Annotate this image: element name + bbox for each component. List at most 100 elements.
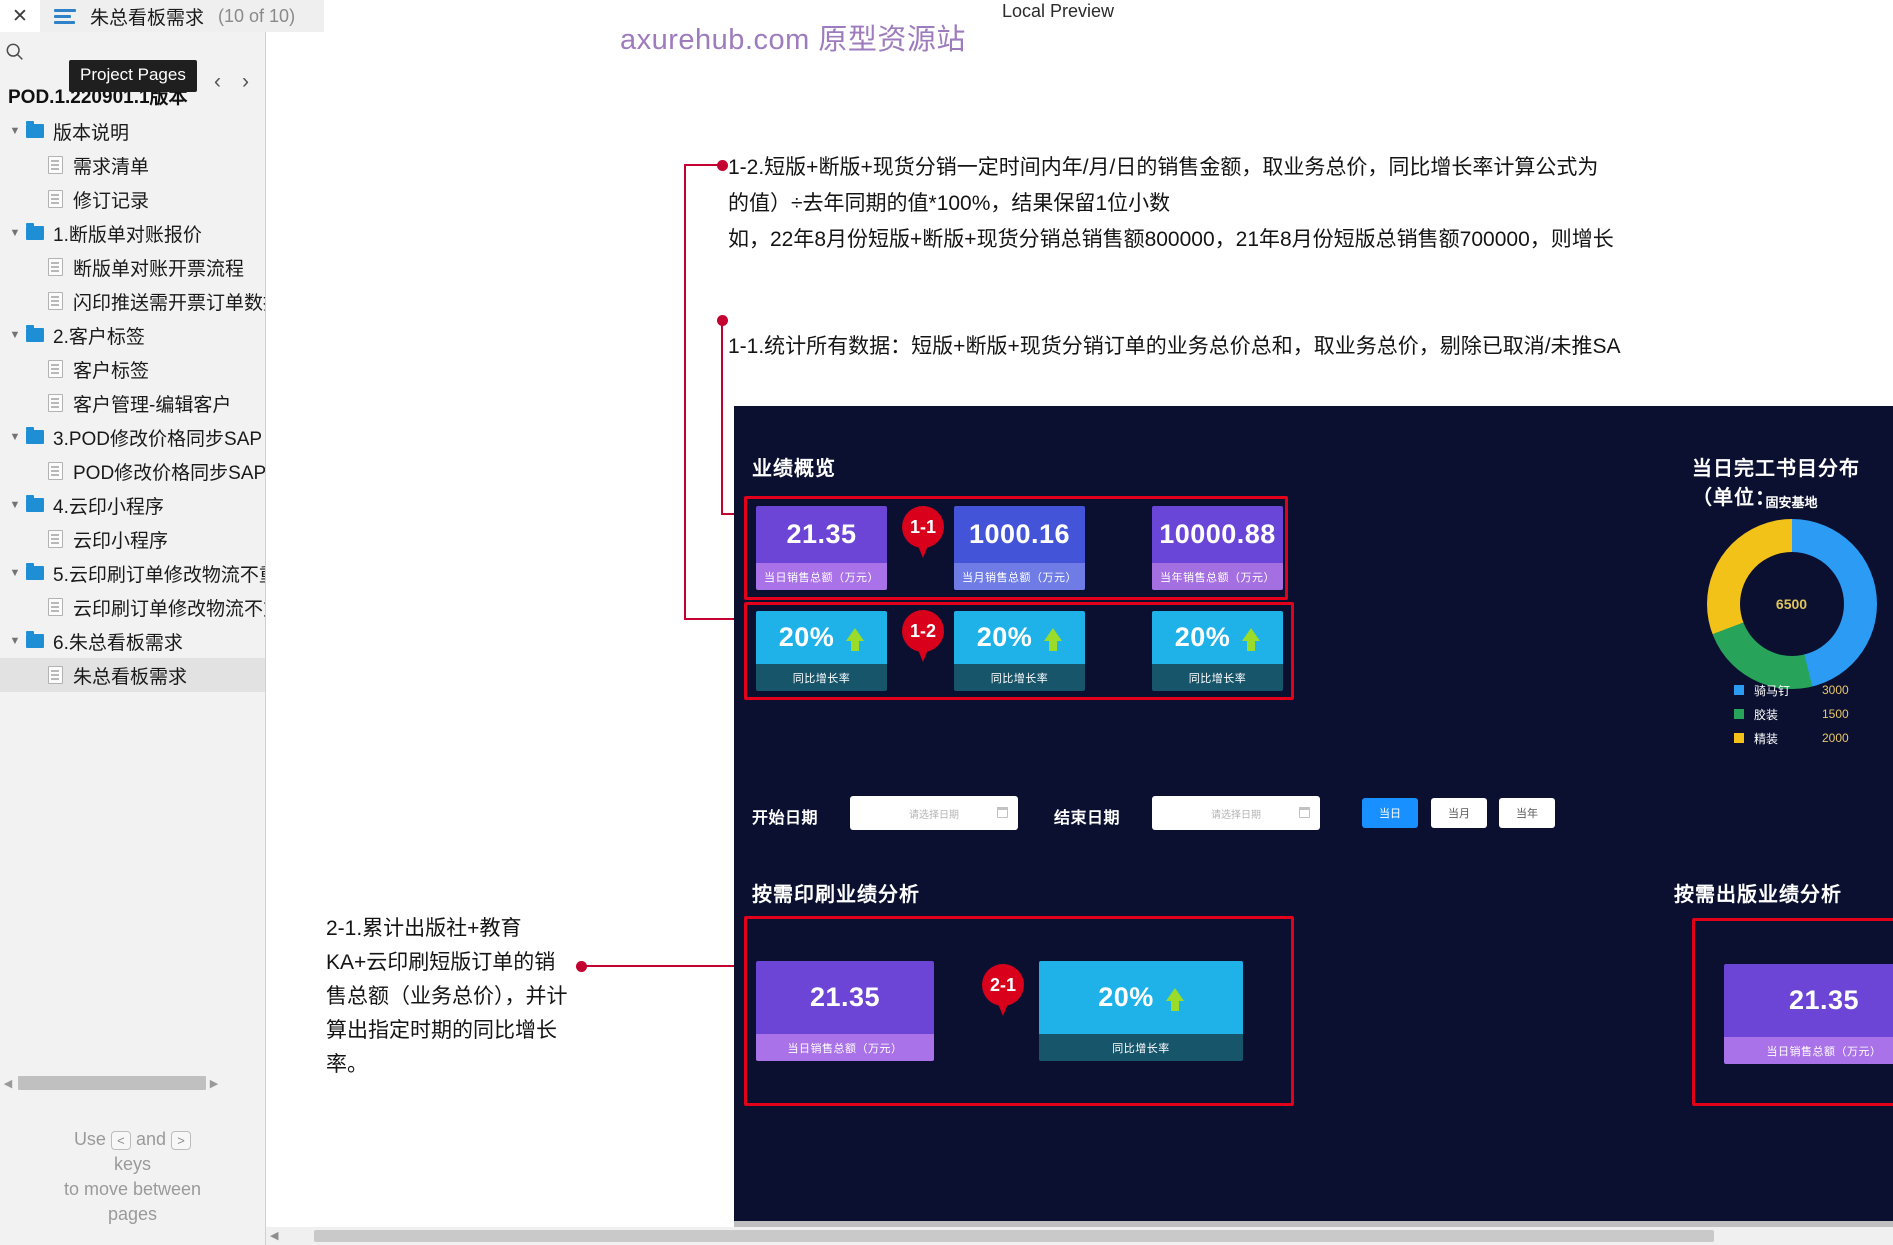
prototype-canvas[interactable]: 1-2.短版+断版+现货分销一定时间内年/月/日的销售金额，取业务总价，同比增长…	[266, 32, 1893, 1245]
growth-card-monthly[interactable]: 20% 同比增长率	[954, 611, 1085, 691]
local-preview-label: Local Preview	[1002, 1, 1115, 21]
growth-label: 同比增长率	[1039, 1034, 1243, 1061]
range-button-today[interactable]: 当日	[1362, 798, 1418, 828]
stat-card-yearly-sales[interactable]: 10000.88 当年销售总额（万元）	[1152, 506, 1283, 590]
chevron-down-icon[interactable]: ▼	[4, 567, 26, 579]
folder-icon	[26, 325, 44, 342]
arrow-up-icon	[1242, 628, 1261, 651]
tree-row-page[interactable]: 断版单对账开票流程	[0, 250, 265, 284]
growth-label: 同比增长率	[954, 664, 1085, 691]
tree-row-page[interactable]: 客户标签	[0, 352, 265, 386]
annotation-pin-1-1[interactable]: 1-1	[902, 506, 944, 558]
tree-row-page[interactable]: 朱总看板需求	[0, 658, 265, 692]
print-card-growth[interactable]: 20% 同比增长率	[1039, 961, 1243, 1061]
print-card-daily-sales[interactable]: 21.35 当日销售总额（万元）	[756, 961, 934, 1061]
stat-label: 当日销售总额（万元）	[1724, 1037, 1893, 1064]
tree-row-folder[interactable]: ▼ 1.断版单对账报价	[0, 216, 265, 250]
tree-row-folder[interactable]: ▼ 版本说明	[0, 114, 265, 148]
pin-tail	[914, 640, 932, 662]
chevron-down-icon[interactable]: ▼	[4, 635, 26, 647]
close-tab-button[interactable]: ✕	[0, 0, 40, 32]
page-icon	[48, 530, 63, 548]
stat-value: 21.35	[1788, 985, 1860, 1015]
dashboard-preview[interactable]: 业绩概览 21.35 当日销售总额（万元） 1000.16 当月销售总额（万元）…	[734, 406, 1893, 1239]
page-icon	[48, 598, 63, 616]
tree-item-label: 4.云印小程序	[53, 496, 164, 518]
stat-value: 10000.88	[1159, 519, 1276, 549]
scroll-left-arrow-icon[interactable]: ◀	[0, 1077, 16, 1090]
tab-page-count: (10 of 10)	[218, 5, 296, 26]
key-prev-icon: <	[110, 1130, 131, 1150]
stat-label: 当日销售总额（万元）	[756, 1034, 934, 1061]
stat-card-daily-sales[interactable]: 21.35 当日销售总额（万元）	[756, 506, 887, 590]
previous-page-button[interactable]: ‹	[214, 70, 221, 94]
annotation-text-1-2: 1-2.短版+断版+现货分销一定时间内年/月/日的销售金额，取业务总价，同比增长…	[728, 156, 1614, 251]
legend-item: 胶装 1500	[1734, 702, 1849, 726]
publish-card-daily-sales[interactable]: 21.35 当日销售总额（万元）	[1724, 964, 1893, 1064]
tree-row-page[interactable]: 客户管理-编辑客户	[0, 386, 265, 420]
tree-row-page[interactable]: 需求清单	[0, 148, 265, 182]
print-card-value-wrap: 21.35	[756, 961, 934, 1034]
end-date-input[interactable]: 请选择日期	[1152, 796, 1320, 830]
tree-item-label: 客户管理-编辑客户	[73, 394, 232, 416]
legend-label: 骑马钉	[1754, 683, 1791, 698]
page-icon	[48, 258, 63, 276]
calendar-icon[interactable]	[1298, 806, 1310, 818]
tree-row-page[interactable]: 闪印推送需开票订单数据	[0, 284, 265, 318]
annotation-text-1-1: 1-1.统计所有数据：短版+断版+现货分销订单的业务总价总和，取业务总价，剔除已…	[728, 335, 1621, 358]
print-card-value-wrap: 20%	[1039, 961, 1243, 1034]
search-icon[interactable]	[4, 41, 26, 63]
growth-card-daily[interactable]: 20% 同比增长率	[756, 611, 887, 691]
active-tab[interactable]: 朱总看板需求 (10 of 10)	[40, 0, 324, 32]
start-date-label: 开始日期	[752, 810, 819, 827]
leader-line-1-2-v	[684, 164, 686, 620]
growth-card-value-wrap: 20%	[756, 611, 887, 664]
tree-row-folder[interactable]: ▼ 6.朱总看板需求	[0, 624, 265, 658]
key-next-icon: >	[171, 1130, 192, 1150]
annotation-text-2-1: 2-1.累计出版社+教育KA+云印刷短版订单的销售总额（业务总价），并计算出指定…	[326, 917, 568, 1076]
scrollbar-thumb[interactable]	[18, 1076, 206, 1090]
tree-row-folder[interactable]: ▼ 3.POD修改价格同步SAP	[0, 420, 265, 454]
chevron-down-icon[interactable]: ▼	[4, 431, 26, 443]
hint-and: and	[135, 1129, 167, 1149]
range-button-year[interactable]: 当年	[1499, 798, 1555, 828]
tree-item-label: 6.朱总看板需求	[53, 632, 183, 654]
growth-card-yearly[interactable]: 20% 同比增长率	[1152, 611, 1283, 691]
date-filter-row: 开始日期 请选择日期 结束日期 请选择日期 当日 当月 当年	[752, 796, 1852, 836]
annotation-pin-2-1[interactable]: 2-1	[982, 964, 1024, 1016]
end-date-label: 结束日期	[1054, 810, 1121, 827]
growth-label: 同比增长率	[756, 664, 887, 691]
chevron-down-icon[interactable]: ▼	[4, 499, 26, 511]
calendar-icon[interactable]	[996, 806, 1008, 818]
stat-value: 1000.16	[968, 519, 1071, 549]
stat-label: 当日销售总额（万元）	[756, 563, 887, 590]
stat-card-value-wrap: 1000.16	[954, 506, 1085, 563]
tree-row-page[interactable]: POD修改价格同步SAP	[0, 454, 265, 488]
menu-icon[interactable]	[54, 6, 76, 27]
leader-line-2-1-h	[584, 965, 736, 967]
stat-card-value-wrap: 10000.88	[1152, 506, 1283, 563]
tree-row-page[interactable]: 修订记录	[0, 182, 265, 216]
range-button-month[interactable]: 当月	[1431, 798, 1487, 828]
next-page-button[interactable]: ›	[242, 70, 249, 94]
annotation-pin-1-2[interactable]: 1-2	[902, 610, 944, 662]
chevron-down-icon[interactable]: ▼	[4, 329, 26, 341]
canvas-horizontal-scrollbar[interactable]: ◀	[266, 1227, 1893, 1245]
sidebar-horizontal-scrollbar[interactable]: ◀ ▶	[0, 1073, 265, 1093]
stat-card-monthly-sales[interactable]: 1000.16 当月销售总额（万元）	[954, 506, 1085, 590]
legend-swatch-icon	[1734, 733, 1744, 743]
tree-row-page[interactable]: 云印小程序	[0, 522, 265, 556]
tree-row-folder[interactable]: ▼ 4.云印小程序	[0, 488, 265, 522]
canvas-scrollbar-thumb[interactable]	[314, 1230, 1714, 1242]
tree-row-page[interactable]: 云印刷订单修改物流不重算	[0, 590, 265, 624]
chevron-down-icon[interactable]: ▼	[4, 227, 26, 239]
tree-row-folder[interactable]: ▼ 2.客户标签	[0, 318, 265, 352]
stat-value: 21.35	[786, 519, 857, 549]
chevron-down-icon[interactable]: ▼	[4, 125, 26, 137]
canvas-scroll-left-arrow-icon[interactable]: ◀	[270, 1229, 278, 1242]
start-date-input[interactable]: 请选择日期	[850, 796, 1018, 830]
tree-row-folder[interactable]: ▼ 5.云印刷订单修改物流不重算	[0, 556, 265, 590]
donut-chart[interactable]: 固安基地 6500	[1694, 492, 1889, 689]
hint-line2: to move between	[63, 1179, 202, 1199]
scroll-right-arrow-icon[interactable]: ▶	[206, 1077, 222, 1090]
